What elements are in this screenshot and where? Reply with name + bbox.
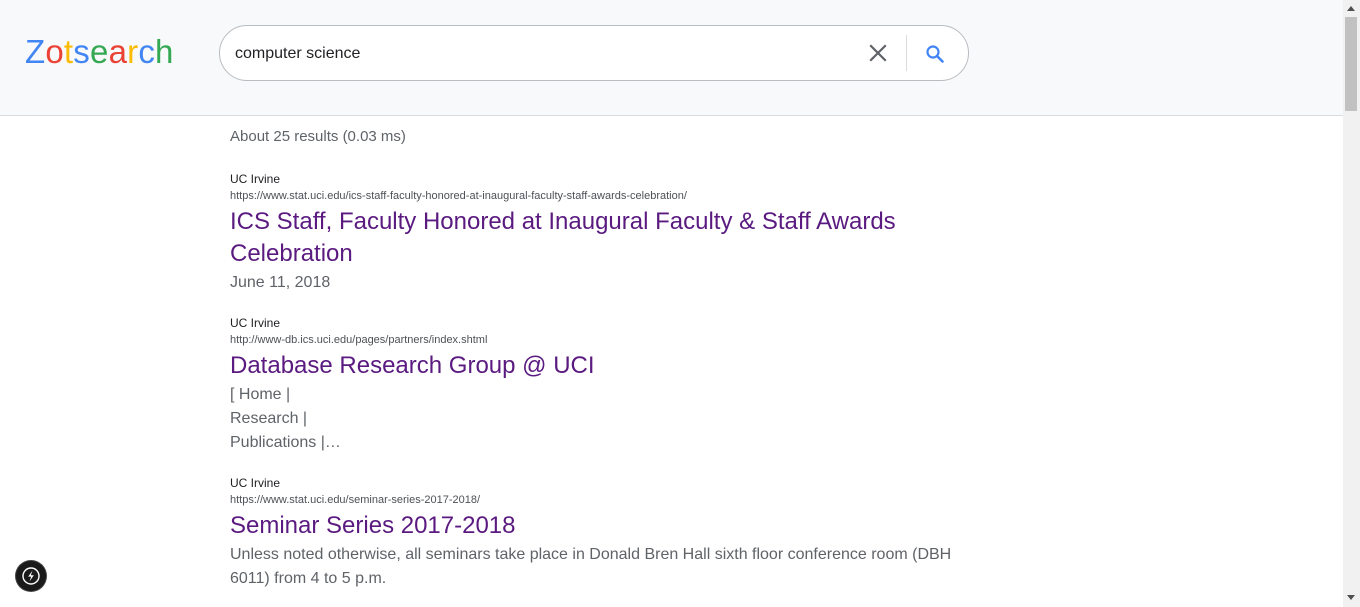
logo-letter: r [127,33,139,70]
search-result: UC Irvine http://www-db.ics.uci.edu/page… [230,315,990,455]
search-button[interactable] [920,39,950,69]
result-stats: About 25 results (0.03 ms) [230,128,406,145]
snippet-line: June 11, 2018 [230,274,331,291]
result-site: UC Irvine [230,172,281,186]
snippet-line: Unless noted otherwise, all seminars tak… [230,546,952,587]
result-snippet: Unless noted otherwise, all seminars tak… [230,543,990,591]
snippet-line: [ Home | [230,386,291,403]
logo-letter: o [45,33,64,70]
logo-letter: c [138,33,156,70]
result-title-link[interactable]: ICS Staff, Faculty Honored at Inaugural … [230,206,990,270]
search-box [219,25,969,81]
logo[interactable]: Zotsearch [25,32,174,72]
logo-letter: a [108,33,128,70]
logo-letter: t [63,33,74,70]
search-divider [906,35,907,71]
clear-button[interactable] [864,39,892,67]
result-site: UC Irvine [230,316,281,330]
snippet-line: Research | [230,410,308,427]
result-url: https://www.stat.uci.edu/ics-staff-facul… [230,190,687,202]
result-url: http://www-db.ics.uci.edu/pages/partners… [230,334,488,346]
lightning-icon [22,567,40,585]
search-result: UC Irvine https://www.stat.uci.edu/ics-s… [230,171,990,295]
snippet-line: Publications |… [230,434,341,451]
logo-letter: h [155,33,174,70]
result-url: https://www.stat.uci.edu/seminar-series-… [230,494,481,506]
close-icon [869,44,887,62]
logo-letter: s [73,33,90,70]
search-result: UC Irvine https://www.stat.uci.edu/semin… [230,475,990,591]
scroll-down-arrow-icon[interactable] [1347,595,1355,600]
result-title-link[interactable]: Database Research Group @ UCI [230,350,990,382]
result-site: UC Irvine [230,476,281,490]
search-icon [926,45,944,63]
scrollbar-thumb[interactable] [1345,17,1357,111]
logo-letter: Z [25,33,46,70]
logo-letter: e [90,33,109,70]
scroll-up-arrow-icon[interactable] [1347,6,1355,11]
result-snippet: June 11, 2018 [230,271,990,295]
vertical-scrollbar[interactable] [1343,0,1360,607]
search-input[interactable] [233,40,847,68]
result-snippet: [ Home | Research | Publications |… [230,383,990,455]
header: Zotsearch [0,0,1343,116]
dev-tools-badge[interactable] [16,561,46,591]
result-title-link[interactable]: Seminar Series 2017-2018 [230,510,990,542]
